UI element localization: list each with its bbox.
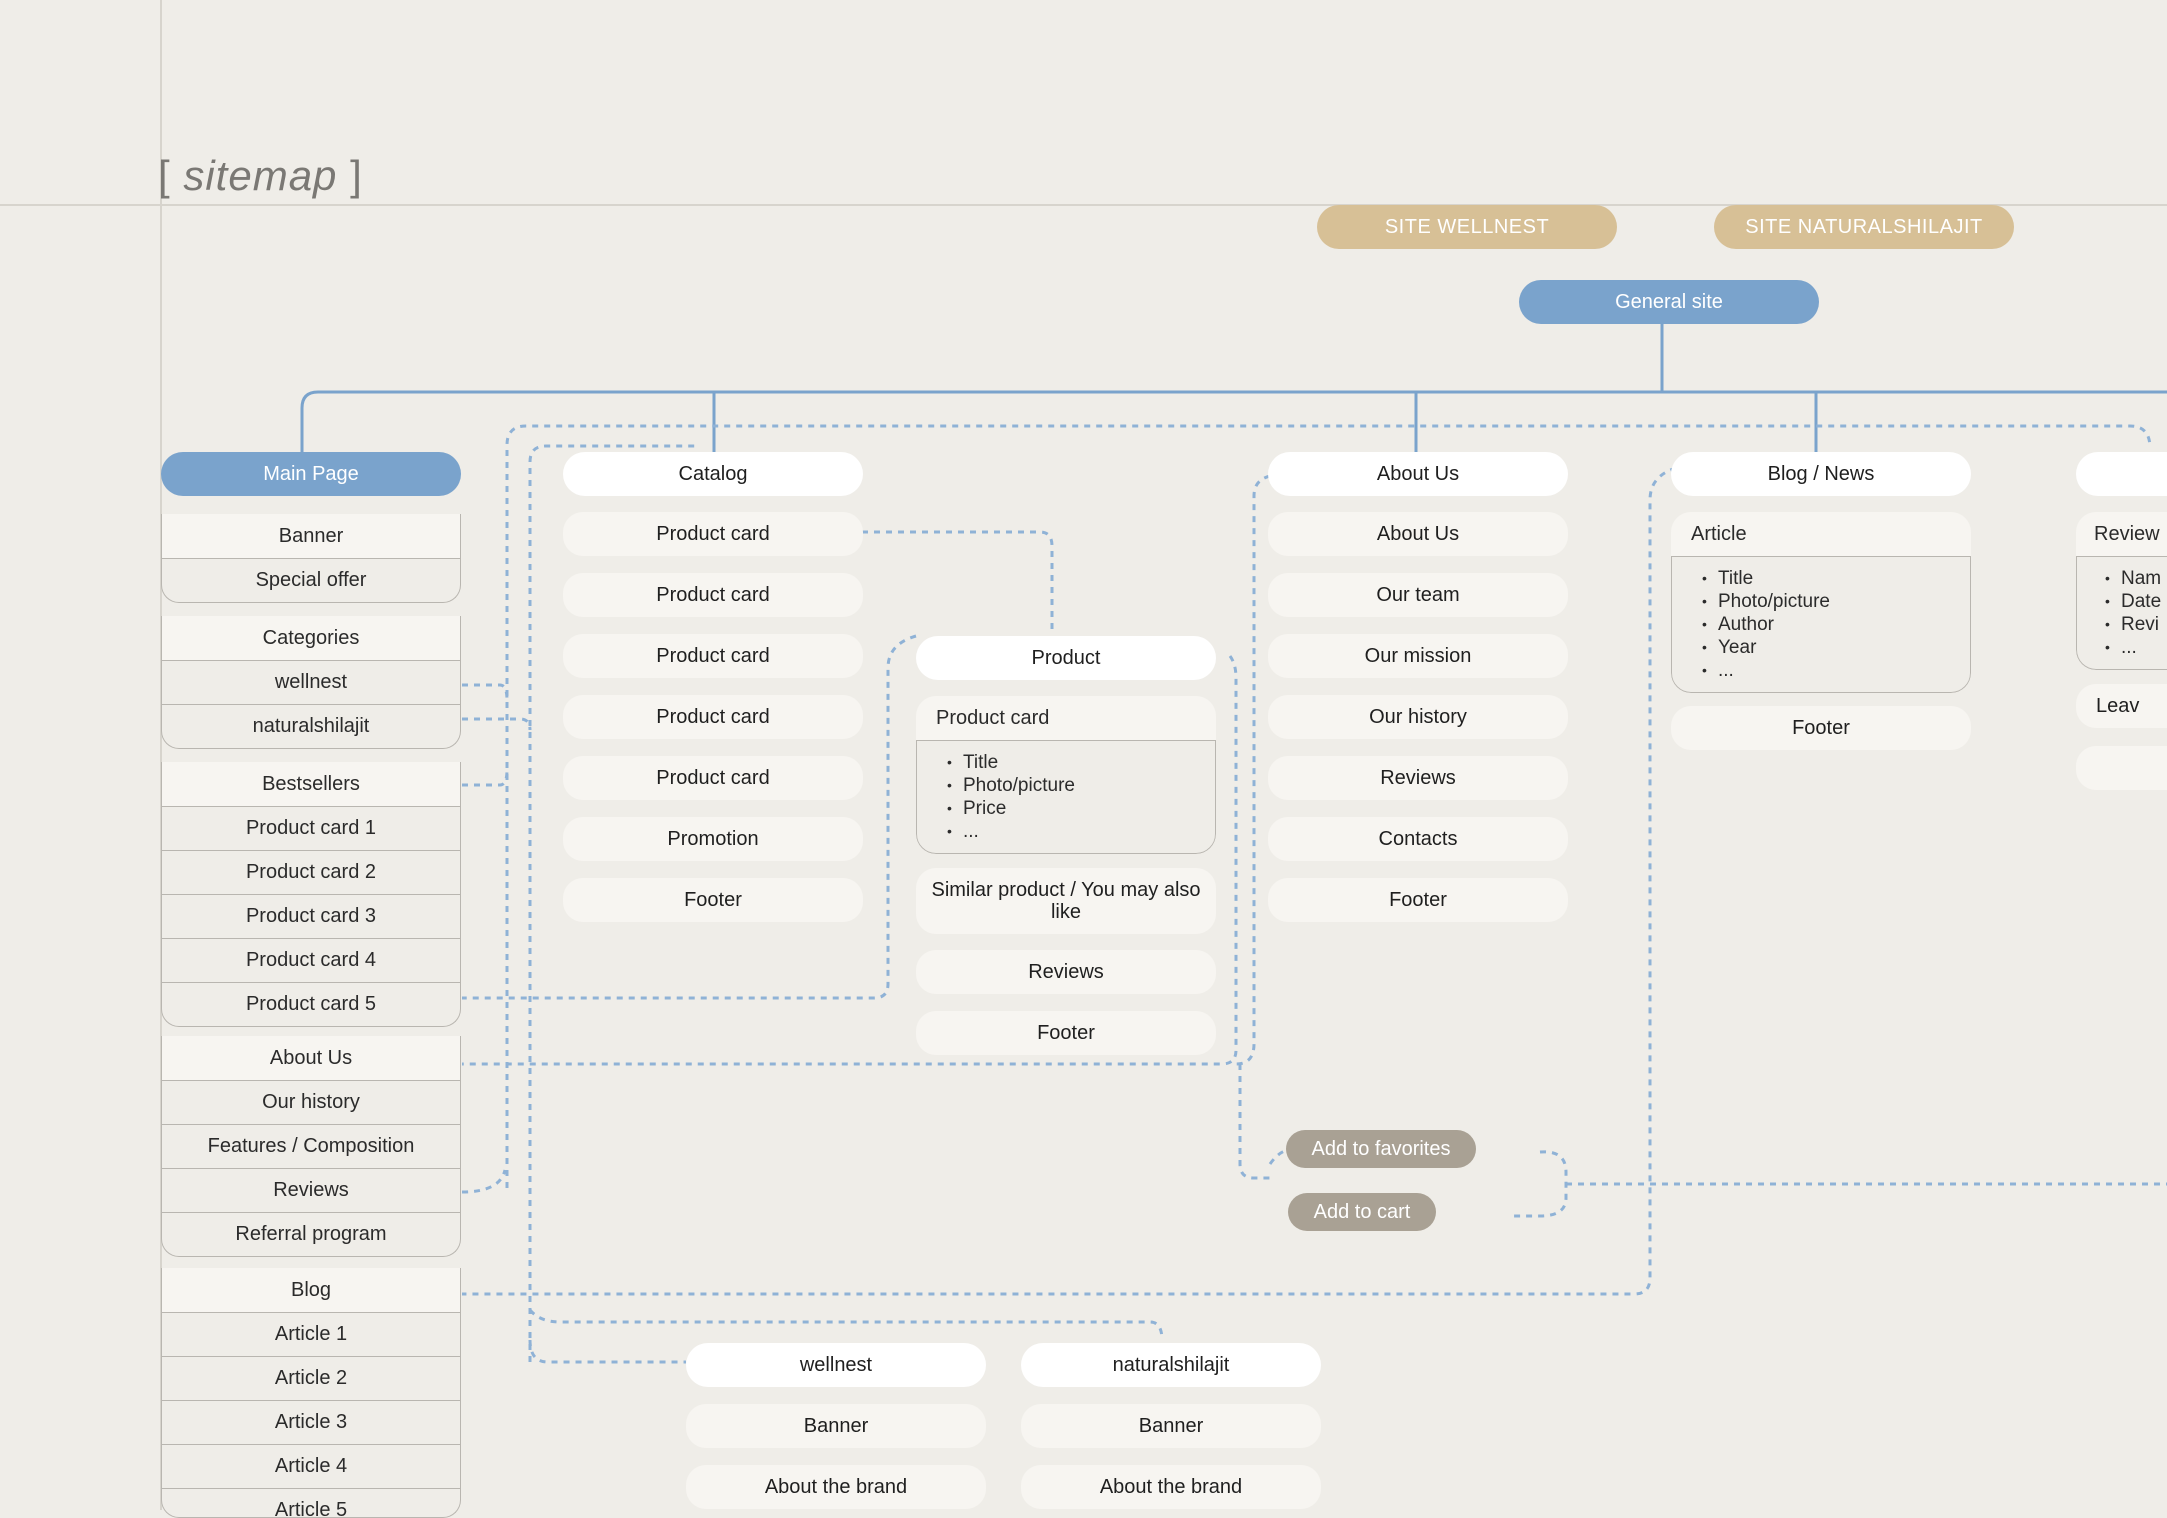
- review-head[interactable]: Review: [2076, 512, 2167, 556]
- main-about-group: About Us Our history Features / Composit…: [161, 1036, 461, 1257]
- bullet-item: Photo/picture: [1702, 590, 1956, 613]
- about-us-item[interactable]: Reviews: [1268, 756, 1568, 800]
- main-categories-group: Categories wellnest naturalshilajit: [161, 616, 461, 749]
- product-card-head[interactable]: Product card: [916, 696, 1216, 740]
- blog-article-item[interactable]: Article 4: [162, 1444, 460, 1488]
- about-us-item[interactable]: Our mission: [1268, 634, 1568, 678]
- main-about-item[interactable]: Reviews: [162, 1168, 460, 1212]
- dashed-link: [528, 1339, 686, 1364]
- about-us-item[interactable]: Footer: [1268, 878, 1568, 922]
- bestsellers-header[interactable]: Bestsellers: [162, 762, 460, 806]
- bullet-item: Photo/picture: [947, 774, 1201, 797]
- product-footer-item[interactable]: Footer: [916, 1011, 1216, 1055]
- product-header[interactable]: Product: [916, 636, 1216, 680]
- about-us-header[interactable]: About Us: [1268, 452, 1568, 496]
- about-us-item[interactable]: Our team: [1268, 573, 1568, 617]
- article-detail: Article Title Photo/picture Author Year …: [1671, 512, 1971, 693]
- bullet-item: Price: [947, 797, 1201, 820]
- dashed-link: [461, 1169, 507, 1194]
- main-special-offer-item[interactable]: Special offer: [162, 558, 460, 602]
- bestseller-item[interactable]: Product card 3: [162, 894, 460, 938]
- hierarchy-connector: [300, 390, 2167, 452]
- bestseller-item[interactable]: Product card 2: [162, 850, 460, 894]
- brand-wellnest-item[interactable]: About the brand: [686, 1465, 986, 1509]
- catalog-item[interactable]: Footer: [563, 878, 863, 922]
- blog-article-item[interactable]: Article 2: [162, 1356, 460, 1400]
- bullet-item: ...: [947, 820, 1201, 843]
- dashed-link: [1235, 474, 1271, 1066]
- article-head[interactable]: Article: [1671, 512, 1971, 556]
- article-bullets: Title Photo/picture Author Year ...: [1671, 556, 1971, 693]
- dashed-link: [862, 530, 1054, 632]
- review-leave-item[interactable]: Leav: [2076, 684, 2167, 728]
- brand-naturalshilajit-item[interactable]: Banner: [1021, 1404, 1321, 1448]
- bullet-item: Title: [947, 751, 1201, 774]
- site-naturalshilajit-pill[interactable]: SITE NATURALSHILAJIT: [1714, 205, 2014, 249]
- bullet-item: ...: [2105, 636, 2153, 659]
- bestseller-item[interactable]: Product card 4: [162, 938, 460, 982]
- sitemap-canvas: [ sitemap ] SITE WELLNEST SITE NATURALSH…: [0, 0, 2167, 1518]
- dashed-link: [462, 683, 509, 701]
- dashed-link: [462, 769, 509, 787]
- bullet-item: Year: [1702, 636, 1956, 659]
- main-blog-group: Blog Article 1 Article 2 Article 3 Artic…: [161, 1268, 461, 1518]
- review-extra-item[interactable]: [2076, 746, 2167, 790]
- general-site-pill[interactable]: General site: [1519, 280, 1819, 324]
- categories-header[interactable]: Categories: [162, 616, 460, 660]
- dashed-link: [462, 717, 532, 731]
- blog-news-header[interactable]: Blog / News: [1671, 452, 1971, 496]
- brand-wellnest-header[interactable]: wellnest: [686, 1343, 986, 1387]
- main-page-header[interactable]: Main Page: [161, 452, 461, 496]
- brand-wellnest-item[interactable]: Banner: [686, 1404, 986, 1448]
- blog-article-item[interactable]: Article 1: [162, 1312, 460, 1356]
- main-about-item[interactable]: Our history: [162, 1080, 460, 1124]
- blog-footer-item[interactable]: Footer: [1671, 706, 1971, 750]
- catalog-item[interactable]: Product card: [563, 695, 863, 739]
- category-item[interactable]: naturalshilajit: [162, 704, 460, 748]
- bestseller-item[interactable]: Product card 1: [162, 806, 460, 850]
- main-bestsellers-group: Bestsellers Product card 1 Product card …: [161, 762, 461, 1027]
- bullet-item: ...: [1702, 659, 1956, 682]
- catalog-item[interactable]: Product card: [563, 573, 863, 617]
- brand-naturalshilajit-header[interactable]: naturalshilajit: [1021, 1343, 1321, 1387]
- reviews-header[interactable]: [2076, 452, 2167, 496]
- about-us-item[interactable]: Our history: [1268, 695, 1568, 739]
- category-item[interactable]: wellnest: [162, 660, 460, 704]
- bestseller-item[interactable]: Product card 5: [162, 982, 460, 1026]
- catalog-item[interactable]: Promotion: [563, 817, 863, 861]
- about-us-item[interactable]: Contacts: [1268, 817, 1568, 861]
- main-about-item[interactable]: Features / Composition: [162, 1124, 460, 1168]
- product-reviews-item[interactable]: Reviews: [916, 950, 1216, 994]
- blog-article-item[interactable]: Article 3: [162, 1400, 460, 1444]
- product-card-bullets: Title Photo/picture Price ...: [916, 740, 1216, 854]
- site-wellnest-pill[interactable]: SITE WELLNEST: [1317, 205, 1617, 249]
- dashed-link: [1510, 1150, 1568, 1218]
- catalog-item[interactable]: Product card: [563, 512, 863, 556]
- brand-naturalshilajit-item[interactable]: About the brand: [1021, 1465, 1321, 1509]
- bullet-item: Author: [1702, 613, 1956, 636]
- bullet-item: Title: [1702, 567, 1956, 590]
- main-banner-item[interactable]: Banner: [162, 514, 460, 558]
- dashed-link: [1238, 1064, 1270, 1180]
- review-detail: Review Nam Date Revi ...: [2076, 512, 2167, 670]
- catalog-item[interactable]: Product card: [563, 634, 863, 678]
- product-similar-item[interactable]: Similar product / You may also like: [916, 868, 1216, 934]
- product-card-detail: Product card Title Photo/picture Price .…: [916, 696, 1216, 854]
- blog-article-item[interactable]: Article 5: [162, 1488, 460, 1517]
- main-about-header[interactable]: About Us: [162, 1036, 460, 1080]
- review-bullets: Nam Date Revi ...: [2076, 556, 2167, 670]
- main-banner-group: Banner Special offer: [161, 514, 461, 603]
- catalog-item[interactable]: Product card: [563, 756, 863, 800]
- about-us-item[interactable]: About Us: [1268, 512, 1568, 556]
- add-to-cart-button[interactable]: Add to cart: [1288, 1193, 1436, 1231]
- main-blog-header[interactable]: Blog: [162, 1268, 460, 1312]
- bullet-item: Revi: [2105, 613, 2159, 636]
- add-to-favorites-button[interactable]: Add to favorites: [1286, 1130, 1476, 1168]
- bullet-item: Nam: [2105, 567, 2161, 590]
- catalog-header[interactable]: Catalog: [563, 452, 863, 496]
- main-about-item[interactable]: Referral program: [162, 1212, 460, 1256]
- dashed-link: [528, 1308, 1164, 1341]
- bullet-item: Date: [2105, 590, 2161, 613]
